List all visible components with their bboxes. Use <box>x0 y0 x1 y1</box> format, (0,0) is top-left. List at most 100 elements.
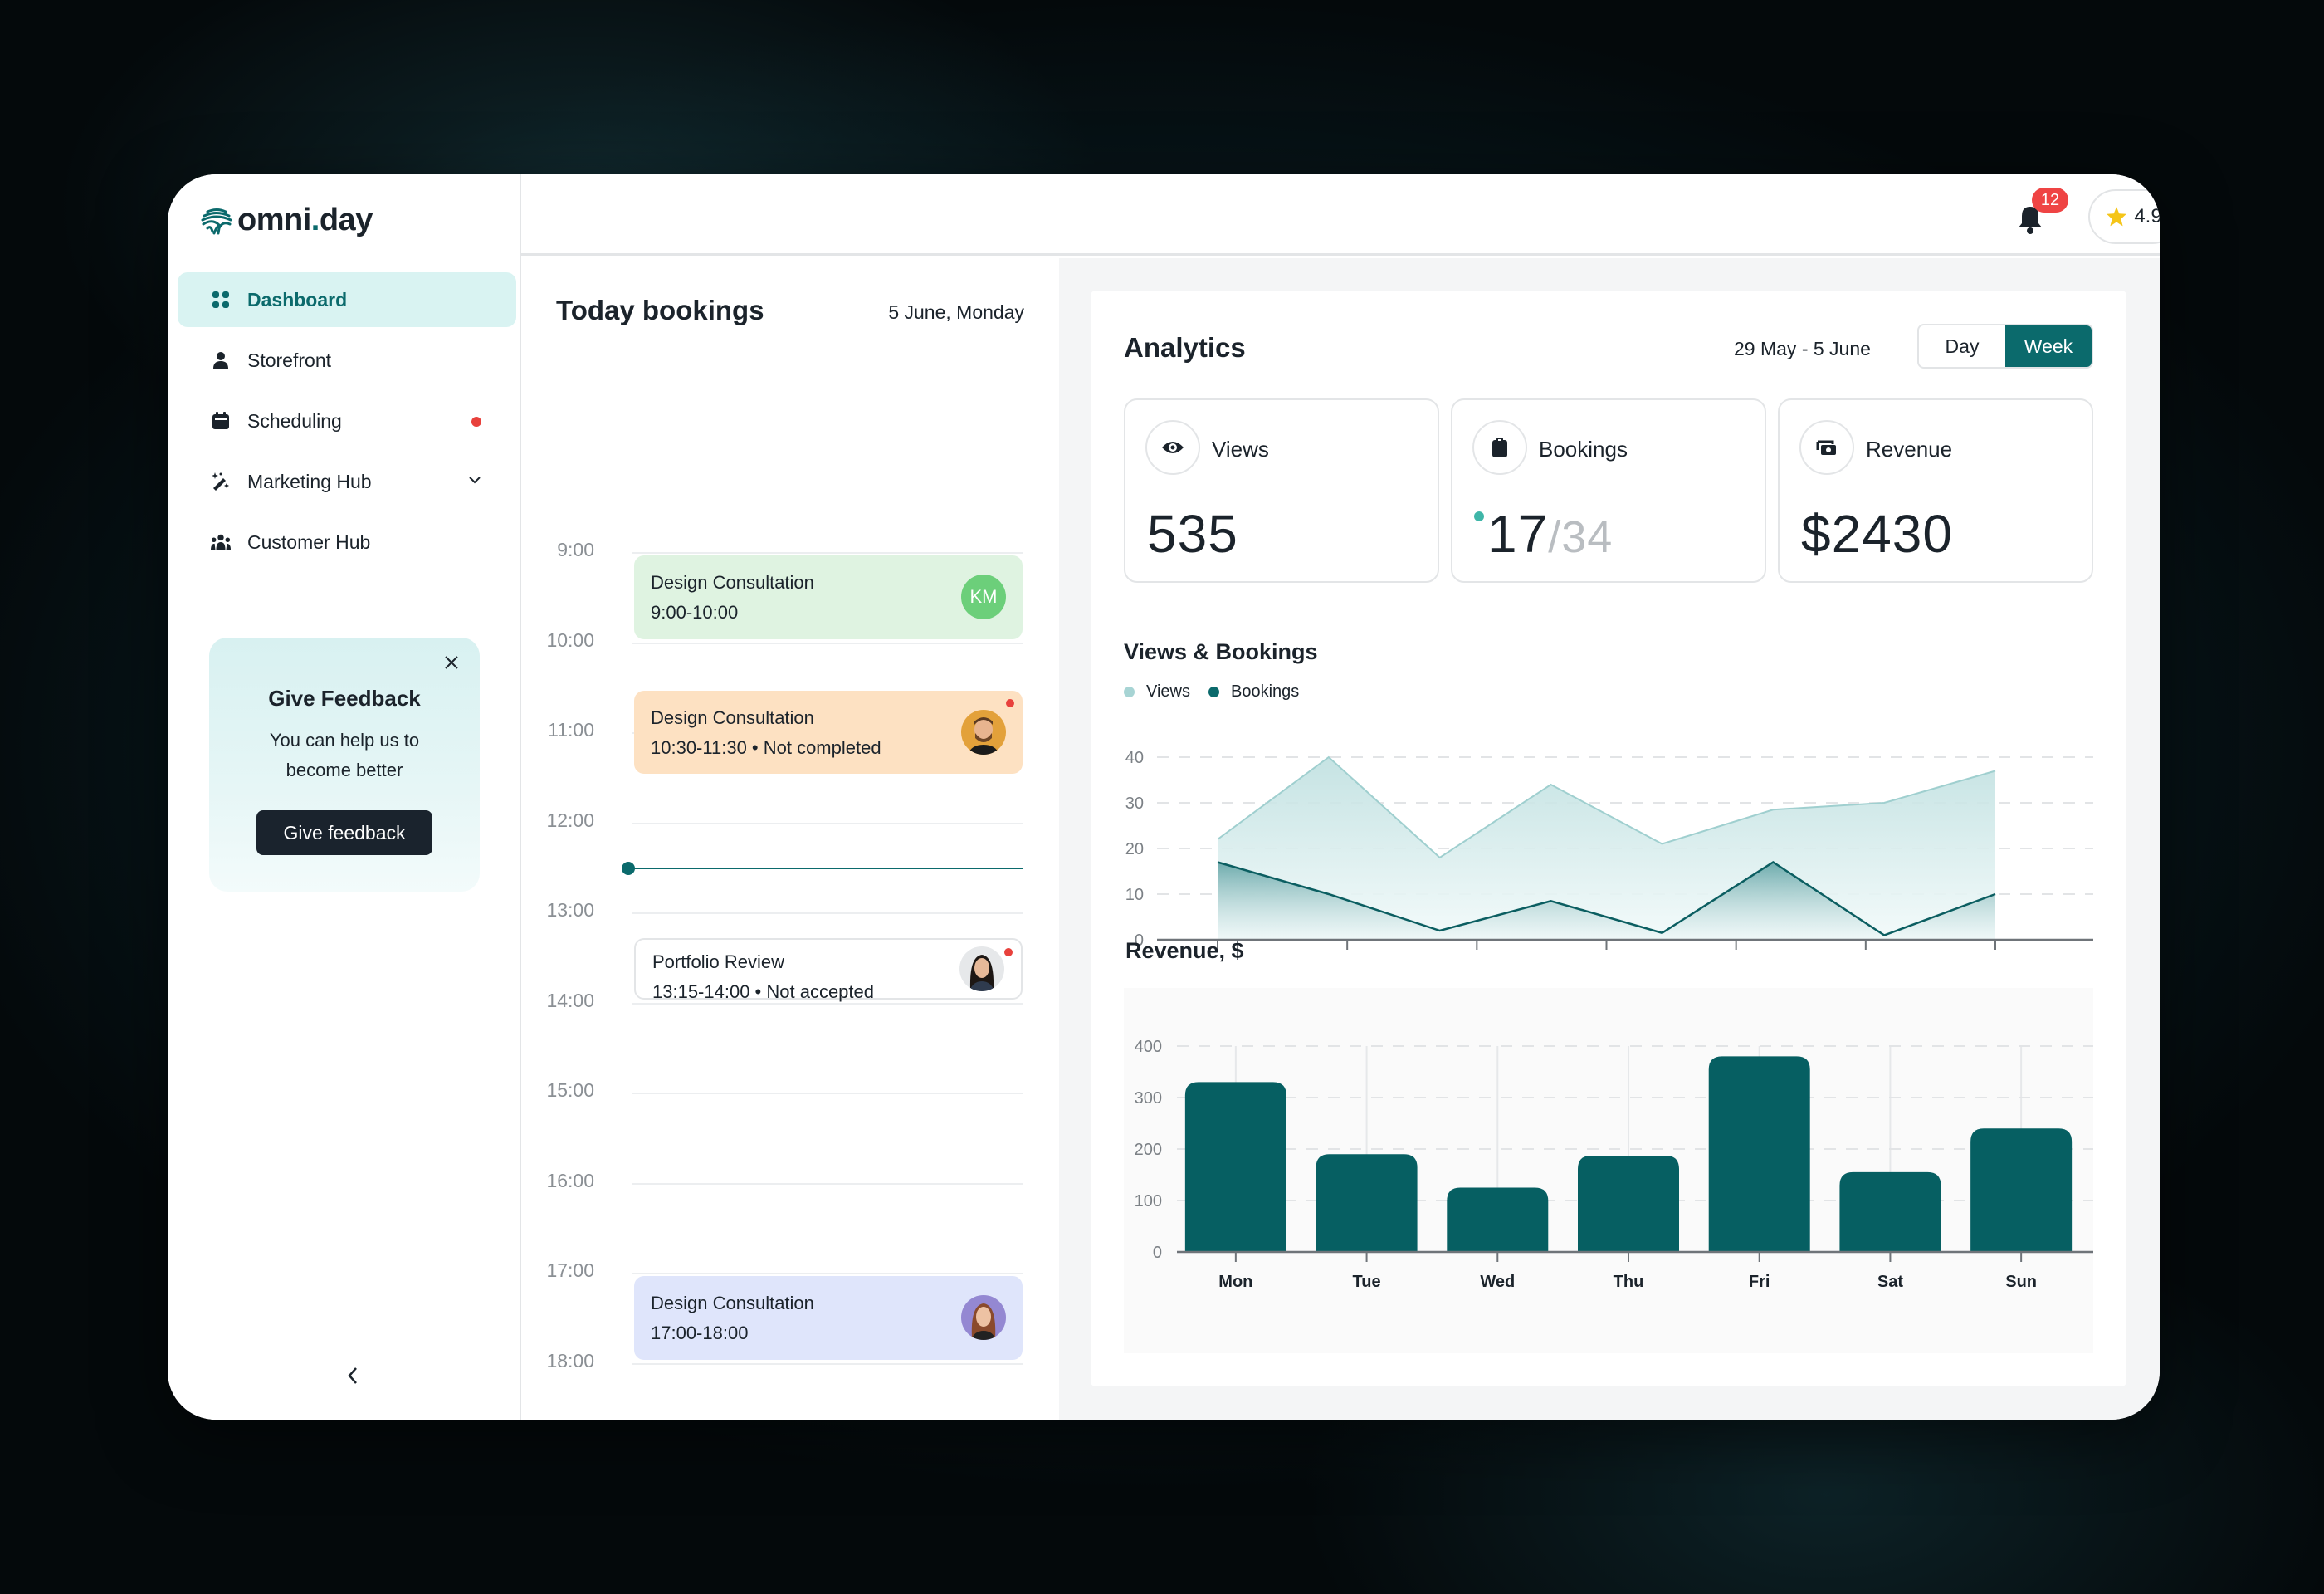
logo-icon <box>201 208 232 234</box>
x-tick-label: Sat <box>1877 1273 1903 1291</box>
date-range[interactable]: 29 May - 5 June <box>1734 338 1871 360</box>
legend-swatch <box>1124 687 1135 697</box>
kpi-value: 535 <box>1147 504 1238 564</box>
feedback-title: Give Feedback <box>268 686 421 711</box>
booking-client-avatar[interactable] <box>961 710 1006 755</box>
chevron-left-icon[interactable] <box>344 1363 362 1388</box>
alert-dot <box>1006 698 1014 707</box>
sidebar-item-label: Customer Hub <box>247 531 371 553</box>
views-bookings-svg: 010203040MonTueWedThuFriSatSun <box>1125 749 2093 950</box>
x-tick-label: Mon <box>1218 1273 1252 1291</box>
group-icon <box>211 532 231 552</box>
x-tick-label: Fri <box>1749 1273 1770 1291</box>
timeline-hour-row: 17:00 <box>521 1259 1059 1281</box>
period-day-button[interactable]: Day <box>1919 325 2005 367</box>
chart-legend: Views Bookings <box>1124 682 1306 702</box>
booking-client-avatar[interactable] <box>959 946 1004 991</box>
hour-label: 14:00 <box>546 989 594 1011</box>
notification-count-badge: 12 <box>2032 188 2068 213</box>
sidebar-item-marketing-hub[interactable]: Marketing Hub <box>178 454 516 509</box>
sidebar-item-scheduling[interactable]: Scheduling <box>178 394 516 448</box>
y-tick-label: 0 <box>1153 1244 1162 1262</box>
booking-client-avatar[interactable] <box>961 1295 1006 1341</box>
hour-label: 15:00 <box>546 1079 594 1101</box>
timeline-hour-row: 15:00 <box>521 1079 1059 1101</box>
money-icon <box>1799 420 1854 475</box>
calendar-icon <box>211 411 231 431</box>
y-tick-label: 400 <box>1135 1038 1162 1056</box>
kpi-total: /34 <box>1548 512 1614 562</box>
sidebar: omni.day Dashboard Storefront Scheduling <box>168 174 521 1420</box>
kpi-value: 17/34 <box>1487 504 1614 564</box>
logo[interactable]: omni.day <box>201 203 373 238</box>
hour-label: 16:00 <box>546 1169 594 1191</box>
timeline-hour-row: 13:00 <box>521 899 1059 921</box>
sidebar-item-dashboard[interactable]: Dashboard <box>178 272 516 327</box>
booking-event[interactable]: Design Consultation 17:00-18:00 <box>634 1276 1023 1360</box>
period-toggle: Day Week <box>1917 324 2093 369</box>
give-feedback-button[interactable]: Give feedback <box>256 810 432 855</box>
booking-event[interactable]: Design Consultation 10:30-11:30 • Not com… <box>634 690 1023 775</box>
hour-gridline <box>632 1362 1023 1365</box>
magic-wand-icon <box>211 472 231 491</box>
sidebar-item-label: Storefront <box>247 349 331 371</box>
star-icon <box>2107 207 2127 227</box>
views-bookings-title: Views & Bookings <box>1124 639 1318 664</box>
kpi-views[interactable]: Views 535 <box>1124 398 1439 583</box>
top-bar: 12 4.9 <box>521 174 2160 256</box>
legend-label: Views <box>1146 682 1190 701</box>
hour-gridline <box>632 552 1023 554</box>
grid-icon <box>211 290 231 310</box>
y-tick-label: 20 <box>1125 840 1144 858</box>
hour-label: 13:00 <box>546 899 594 921</box>
x-tick-label: Tue <box>1353 1273 1381 1291</box>
views-bookings-chart: 010203040MonTueWedThuFriSatSun <box>1091 731 2126 955</box>
revenue-svg: 0 100 200 300 400 Mon Tue Wed Thu Fri Sat Sun <box>1135 1038 2093 1291</box>
revenue-bar <box>1839 1171 1941 1252</box>
timeline: 9:00 10:00 11:00 12:00 13:00 14:00 15:00 16:00 1… <box>521 258 1059 1420</box>
kpi-revenue[interactable]: Revenue $2430 <box>1778 398 2093 583</box>
legend-swatch <box>1208 687 1219 697</box>
eye-icon <box>1145 420 1200 475</box>
revenue-bar <box>1316 1154 1418 1252</box>
close-icon[interactable] <box>442 653 461 672</box>
hour-label: 9:00 <box>557 539 594 560</box>
sidebar-item-storefront[interactable]: Storefront <box>178 333 516 388</box>
legend-item-views[interactable]: Views <box>1124 682 1190 702</box>
booking-client-avatar[interactable]: KM <box>961 575 1006 620</box>
sidebar-item-customer-hub[interactable]: Customer Hub <box>178 515 516 570</box>
timeline-hour-row: 10:00 <box>521 629 1059 651</box>
avatar-initials: KM <box>961 575 1006 620</box>
chevron-down-icon[interactable] <box>466 472 483 488</box>
timeline-hour-row: 18:00 <box>521 1350 1059 1372</box>
y-tick-label: 10 <box>1125 886 1144 904</box>
kpi-label: Bookings <box>1539 437 1628 462</box>
current-time-dot <box>622 861 635 875</box>
booking-event[interactable]: Design Consultation 9:00-10:00 KM <box>634 555 1023 639</box>
hour-gridline <box>632 642 1023 644</box>
y-tick-label: 200 <box>1135 1141 1162 1159</box>
hour-label: 17:00 <box>546 1259 594 1281</box>
kpi-row: Views 535 Bookings 17/34 Revenue $2430 <box>1124 398 2093 583</box>
hour-label: 18:00 <box>546 1349 594 1372</box>
brand-name: omni.day <box>237 203 373 237</box>
hour-gridline <box>632 1273 1023 1274</box>
revenue-chart: 0 100 200 300 400 Mon Tue Wed Thu Fri Sat Sun <box>1091 1021 2126 1353</box>
person-icon <box>211 350 231 370</box>
kpi-bookings[interactable]: Bookings 17/34 <box>1451 398 1766 583</box>
period-week-button[interactable]: Week <box>2005 325 2092 367</box>
kpi-value: $2430 <box>1801 504 1953 564</box>
feedback-text: You can help us to become better <box>269 730 420 780</box>
timeline-hour-row: 12:00 <box>521 809 1059 831</box>
revenue-bar <box>1708 1056 1810 1252</box>
revenue-bar <box>1578 1156 1679 1252</box>
legend-item-bookings[interactable]: Bookings <box>1208 682 1299 702</box>
legend-label: Bookings <box>1231 682 1300 701</box>
status-dot <box>1474 511 1484 521</box>
revenue-title: Revenue, $ <box>1125 938 1244 963</box>
current-time-line <box>632 867 1023 869</box>
rating-badge[interactable]: 4.9 <box>2088 189 2160 244</box>
sidebar-item-label: Dashboard <box>247 288 348 310</box>
booking-event[interactable]: Portfolio Review 13:15-14:00 • Not accept… <box>634 938 1023 1002</box>
timeline-hour-row: 16:00 <box>521 1170 1059 1191</box>
